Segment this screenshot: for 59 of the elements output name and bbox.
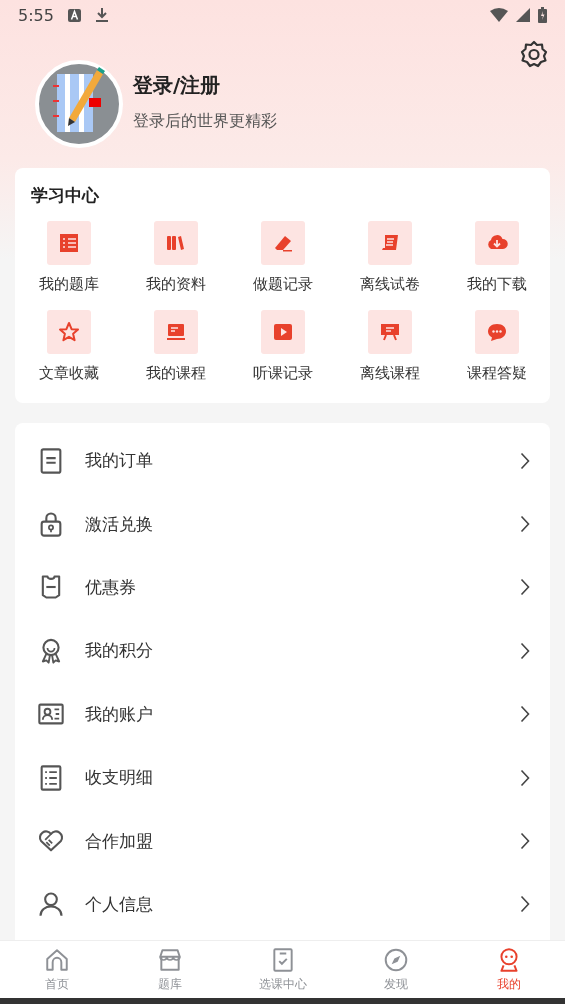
login-title[interactable]: 登录/注册 bbox=[133, 72, 520, 99]
signal-icon bbox=[516, 8, 530, 22]
menu-item[interactable]: 个人信息 bbox=[15, 872, 550, 937]
shortcut-label[interactable]: 做题记录 bbox=[252, 275, 313, 294]
shortcut-label[interactable]: 离线试卷 bbox=[359, 275, 420, 294]
cloud-download-icon[interactable] bbox=[474, 221, 519, 265]
shortcut-label[interactable]: 我的下载 bbox=[466, 275, 527, 294]
easel-icon[interactable] bbox=[367, 310, 412, 354]
wifi-icon bbox=[490, 8, 508, 22]
scroll-icon[interactable] bbox=[367, 221, 412, 265]
chevron-right-icon bbox=[520, 895, 530, 914]
books-icon[interactable] bbox=[153, 221, 198, 265]
menu-item[interactable]: 我的订单 bbox=[15, 429, 550, 493]
user-icon bbox=[37, 890, 65, 919]
menu-label: 我的订单 bbox=[85, 449, 154, 473]
eraser-icon[interactable] bbox=[260, 221, 305, 265]
chevron-right-icon bbox=[520, 768, 530, 787]
menu-item[interactable]: 我的账户 bbox=[15, 682, 550, 746]
keyboard-icon bbox=[67, 8, 81, 22]
shortcut-label[interactable]: 课程答疑 bbox=[466, 364, 527, 383]
menu-label: 我的积分 bbox=[85, 639, 154, 663]
nav-tab[interactable]: 我的 bbox=[452, 941, 565, 998]
chevron-right-icon bbox=[520, 641, 530, 660]
chat-icon[interactable] bbox=[474, 310, 519, 354]
play-icon[interactable] bbox=[260, 310, 305, 354]
menu-label: 合作加盟 bbox=[85, 829, 154, 853]
chevron-right-icon bbox=[520, 515, 530, 534]
chevron-right-icon bbox=[520, 451, 530, 470]
menu-item[interactable]: 激活兑换 bbox=[15, 492, 550, 556]
shortcut-label[interactable]: 我的资料 bbox=[145, 275, 206, 294]
store-icon bbox=[156, 946, 183, 973]
avatar-notebook-icon bbox=[35, 60, 123, 148]
status-time: 5:55 bbox=[18, 5, 54, 25]
settings-icon[interactable] bbox=[520, 40, 548, 68]
compass-icon bbox=[382, 946, 409, 973]
login-subtitle: 登录后的世界更精彩 bbox=[133, 111, 278, 132]
shortcut-label[interactable]: 听课记录 bbox=[252, 364, 313, 383]
home-icon bbox=[43, 946, 70, 973]
menu-label: 我的账户 bbox=[85, 702, 154, 726]
chevron-right-icon bbox=[520, 832, 530, 851]
menu-item[interactable]: 优惠券 bbox=[15, 555, 550, 620]
laptop-icon[interactable] bbox=[153, 310, 198, 354]
shortcut-label[interactable]: 文章收藏 bbox=[38, 364, 99, 383]
menu-label: 收支明细 bbox=[85, 766, 154, 790]
list-icon[interactable] bbox=[46, 221, 91, 265]
shortcut-label[interactable]: 离线课程 bbox=[359, 364, 420, 383]
menu-item[interactable]: 收支明细 bbox=[15, 745, 550, 810]
chevron-right-icon bbox=[520, 705, 530, 724]
chevron-right-icon bbox=[520, 578, 530, 597]
download-icon bbox=[94, 7, 109, 23]
battery-icon bbox=[538, 7, 547, 23]
menu-label: 优惠券 bbox=[85, 575, 137, 599]
menu-item[interactable]: 合作加盟 bbox=[15, 809, 550, 873]
menu-label: 个人信息 bbox=[85, 892, 154, 916]
section-title: 学习中心 bbox=[30, 184, 100, 207]
shortcut-label[interactable]: 我的课程 bbox=[145, 364, 206, 383]
menu-label: 激活兑换 bbox=[85, 512, 154, 536]
shortcut-label[interactable]: 我的题库 bbox=[38, 275, 99, 294]
menu-item[interactable]: 我的积分 bbox=[15, 619, 550, 683]
